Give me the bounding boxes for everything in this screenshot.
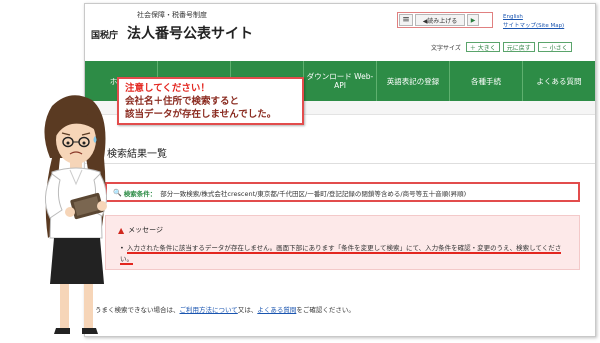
help-mid: 又は、: [237, 306, 258, 314]
callout-line-3: 該当データが存在しませんでした。: [125, 109, 277, 120]
message-body: • 入力された条件に該当するデータが存在しません。画面下部にあります「条件を変更し…: [120, 243, 570, 265]
callout-line-1: 注意してください！: [125, 83, 210, 94]
font-reset-button[interactable]: 元に戻す: [502, 42, 535, 52]
conditions-label: 検索条件：: [123, 190, 157, 198]
message-text: 入力された条件に該当するデータが存在しません。画面下部にあります「条件を変更して…: [120, 244, 562, 265]
help-suffix: をご確認ください。: [296, 306, 355, 314]
read-aloud-button[interactable]: ◀読み上げる: [415, 14, 465, 26]
usage-link[interactable]: ご利用方法について: [180, 306, 238, 314]
callout-line-2: 会社名＋住所で検索すると: [125, 96, 240, 107]
site-header: 社会保障・税番号制度 国税庁 法人番号公表サイト ≡ ◀読み上げる ▶ Engl…: [85, 4, 595, 60]
message-heading: ▲ メッセージ: [118, 225, 163, 235]
font-smaller-button[interactable]: － 小さく: [537, 42, 572, 52]
warning-callout: 注意してください！ 会社名＋住所で検索すると 該当データが存在しませんでした。: [117, 77, 304, 125]
site-title[interactable]: 法人番号公表サイト: [127, 23, 253, 43]
nav-item-download[interactable]: ダウンロード Web-API: [304, 61, 377, 101]
search-conditions-box: 🔍 検索条件： 部分一致検索/株式会社crescent/東京都/千代田区/一番町…: [105, 182, 580, 202]
header-links: English サイトマップ(Site Map): [503, 13, 564, 31]
read-aloud-toolbar: ≡ ◀読み上げる ▶: [397, 12, 493, 28]
nav-item-procedures[interactable]: 各種手続: [450, 61, 523, 101]
menu-icon[interactable]: ≡: [399, 14, 413, 26]
font-size-controls: 文字サイズ ＋ 大きく 元に戻す － 小さく: [431, 42, 572, 52]
message-heading-label: メッセージ: [128, 226, 164, 234]
agency-label: 国税庁: [91, 31, 119, 41]
page-title-bar: 検索結果一覧: [85, 136, 595, 164]
font-size-label: 文字サイズ: [431, 44, 461, 52]
browser-page: 社会保障・税番号制度 国税庁 法人番号公表サイト ≡ ◀読み上げる ▶ Engl…: [84, 3, 596, 337]
help-note: うまく検索できない場合は、ご利用方法について又は、よくある質問をご確認ください。: [95, 304, 355, 314]
font-larger-button[interactable]: ＋ 大きく: [465, 42, 500, 52]
conditions-value: 部分一致検索/株式会社crescent/東京都/千代田区/一番町/登記記録の閉鎖…: [160, 190, 467, 198]
english-link[interactable]: English: [503, 13, 564, 22]
faq-link[interactable]: よくある質問: [257, 306, 296, 314]
play-icon[interactable]: ▶: [467, 14, 479, 26]
nav-item-faq[interactable]: よくある質問: [523, 61, 595, 101]
message-box: ▲ メッセージ • 入力された条件に該当するデータが存在しません。画面下部にありま…: [105, 215, 580, 270]
search-conditions: 🔍 検索条件： 部分一致検索/株式会社crescent/東京都/千代田区/一番町…: [113, 188, 466, 198]
worried-woman-illustration: [44, 95, 107, 334]
nav-item-english-registration[interactable]: 英語表記の登録: [377, 61, 450, 101]
org-subtitle: 社会保障・税番号制度: [137, 11, 207, 19]
sitemap-link[interactable]: サイトマップ(Site Map): [503, 22, 564, 31]
